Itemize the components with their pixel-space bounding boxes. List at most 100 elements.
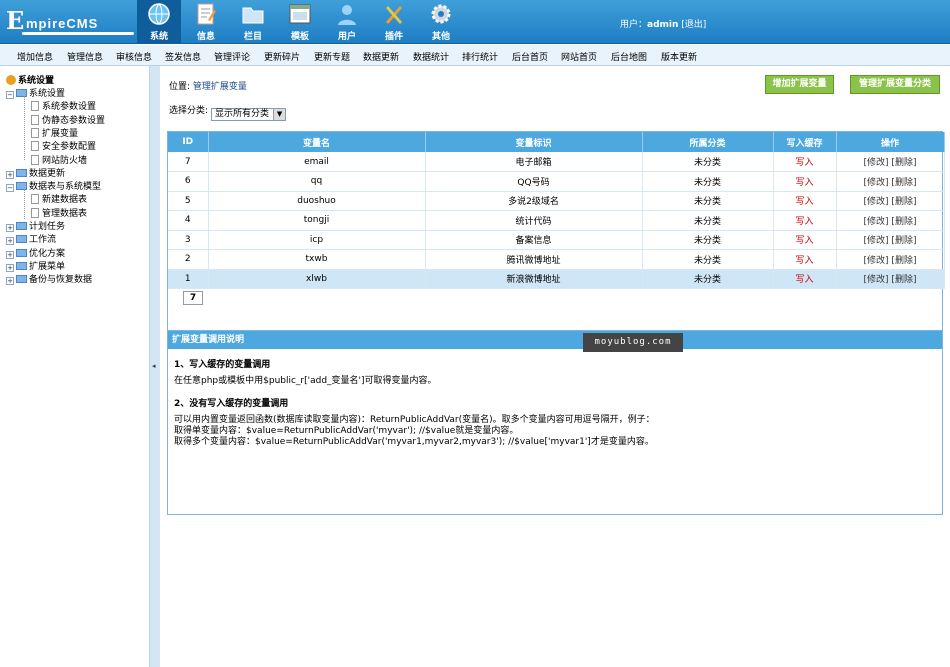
page-indicator[interactable]: 7 <box>183 291 203 305</box>
page-icon <box>31 154 39 165</box>
cell-id: 1 <box>168 269 209 289</box>
nav-folder[interactable]: 栏目 <box>231 0 275 44</box>
tree-folder[interactable]: + 计划任务 <box>6 219 65 232</box>
folder-icon <box>16 222 27 230</box>
quick-menu-item[interactable]: 数据统计 <box>413 50 449 63</box>
logout-link[interactable]: [退出] <box>681 20 706 30</box>
write-cache-link[interactable]: 写入 <box>773 191 837 211</box>
help-title: 扩展变量调用说明 <box>168 331 942 349</box>
cell-category: 未分类 <box>642 171 774 192</box>
edit-delete-links[interactable]: [修改] [删除] <box>836 269 945 289</box>
table-row[interactable]: 3 icp 备案信息 未分类 写入 [修改] [删除] <box>168 230 945 250</box>
expand-toggle-icon[interactable]: − <box>6 91 14 99</box>
quick-menu-item[interactable]: 审核信息 <box>116 50 152 63</box>
nav-tools[interactable]: 插件 <box>372 0 416 44</box>
edit-delete-links[interactable]: [修改] [删除] <box>836 230 945 250</box>
nav-window[interactable]: 模板 <box>278 0 322 44</box>
tree-leaf[interactable]: 管理数据表 <box>31 206 87 219</box>
write-cache-link[interactable]: 写入 <box>773 269 837 289</box>
write-cache-link[interactable]: 写入 <box>773 152 837 172</box>
table-row[interactable]: 4 tongji 统计代码 未分类 写入 [修改] [删除] <box>168 210 945 231</box>
cell-id: 4 <box>168 210 209 231</box>
nav-document[interactable]: 信息 <box>184 0 228 44</box>
document-icon <box>194 2 218 26</box>
quick-menu-item[interactable]: 更新碎片 <box>264 50 300 63</box>
column-header: ID <box>168 132 209 152</box>
cell-category: 未分类 <box>642 249 774 270</box>
expand-toggle-icon[interactable]: + <box>6 263 14 272</box>
table-row[interactable]: 5 duoshuo 多说2级域名 未分类 写入 [修改] [删除] <box>168 191 945 211</box>
logo-text: mpireCMS <box>26 16 99 31</box>
edit-delete-links[interactable]: [修改] [删除] <box>836 249 945 270</box>
cell-var-name: email <box>208 152 426 172</box>
write-cache-link[interactable]: 写入 <box>773 210 837 231</box>
write-cache-link[interactable]: 写入 <box>773 249 837 270</box>
nav-globe[interactable]: 系统 <box>137 0 181 44</box>
expand-toggle-icon[interactable]: + <box>6 224 14 232</box>
tree-leaf[interactable]: 伪静态参数设置 <box>31 113 105 126</box>
tree-folder[interactable]: + 工作流 <box>6 232 56 246</box>
quick-menu-item[interactable]: 网站首页 <box>561 50 597 63</box>
expand-toggle-icon[interactable]: + <box>6 170 14 179</box>
cell-id: 7 <box>168 152 209 172</box>
tree-folder[interactable]: − 数据表与系统模型 <box>6 179 101 193</box>
tree-leaf[interactable]: 新建数据表 <box>31 192 87 205</box>
edit-delete-links[interactable]: [修改] [删除] <box>836 210 945 231</box>
tree-folder[interactable]: + 扩展菜单 <box>6 259 65 272</box>
quick-menu-item[interactable]: 增加信息 <box>17 50 53 63</box>
table-row[interactable]: 7 email 电子邮箱 未分类 写入 [修改] [删除] <box>168 152 945 172</box>
tree-folder[interactable]: − 系统设置 <box>6 86 65 99</box>
edit-delete-links[interactable]: [修改] [删除] <box>836 191 945 211</box>
category-select[interactable]: 显示所有分类 ▼ <box>211 108 287 121</box>
quick-menu-item[interactable]: 签发信息 <box>165 50 201 63</box>
edit-delete-links[interactable]: [修改] [删除] <box>836 152 945 172</box>
tree-leaf[interactable]: 网站防火墙 <box>31 153 87 166</box>
table-row[interactable]: 6 qq QQ号码 未分类 写入 [修改] [删除] <box>168 171 945 192</box>
tree-leaf[interactable]: 扩展变量 <box>31 126 78 139</box>
logo-initial: E <box>6 6 25 35</box>
expand-toggle-icon[interactable]: + <box>6 277 14 286</box>
manage-categories-button[interactable]: 管理扩展变量分类 <box>850 75 940 94</box>
quick-menu-item[interactable]: 管理评论 <box>214 50 250 63</box>
expand-toggle-icon[interactable]: + <box>6 237 14 246</box>
expand-toggle-icon[interactable]: − <box>6 184 14 193</box>
empirecms-logo[interactable]: E mpireCMS <box>6 6 134 36</box>
table-row[interactable]: 1 xlwb 新浪微博地址 未分类 写入 [修改] [删除] <box>168 269 945 289</box>
cell-var-title: 新浪微博地址 <box>425 269 643 289</box>
page-icon <box>31 114 39 125</box>
tree-folder[interactable]: + 备份与恢复数据 <box>6 272 92 286</box>
tree-folder-label: 系统设置 <box>29 89 66 99</box>
nav-gear[interactable]: 其他 <box>419 0 463 44</box>
nav-user[interactable]: 用户 <box>325 0 369 44</box>
cell-id: 2 <box>168 249 209 270</box>
quick-menu-item[interactable]: 管理信息 <box>67 50 103 63</box>
tree-folder[interactable]: + 优化方案 <box>6 246 65 259</box>
quick-menu-item[interactable]: 后台地图 <box>611 50 647 63</box>
tools-icon <box>382 2 406 26</box>
quick-menu-item[interactable]: 排行统计 <box>462 50 498 63</box>
tree-leaf[interactable]: 安全参数配置 <box>31 139 96 152</box>
cell-var-name: txwb <box>208 249 426 270</box>
quick-menu-item[interactable]: 数据更新 <box>363 50 399 63</box>
gear-icon <box>429 2 453 26</box>
edit-delete-links[interactable]: [修改] [删除] <box>836 171 945 192</box>
page-icon <box>31 127 39 138</box>
tree-folder[interactable]: + 数据更新 <box>6 166 65 179</box>
write-cache-link[interactable]: 写入 <box>773 230 837 250</box>
expand-toggle-icon[interactable]: + <box>6 250 14 259</box>
tree-line <box>24 189 25 219</box>
table-row[interactable]: 2 txwb 腾讯微博地址 未分类 写入 [修改] [删除] <box>168 249 945 270</box>
write-cache-link[interactable]: 写入 <box>773 171 837 192</box>
tree-leaf-label: 安全参数配置 <box>42 142 97 153</box>
cell-var-title: 多说2级域名 <box>425 191 643 211</box>
sidebar-toggle[interactable]: ◂ <box>150 66 160 667</box>
quick-menu-item[interactable]: 更新专题 <box>314 50 350 63</box>
quick-menu-item[interactable]: 版本更新 <box>661 50 697 63</box>
quick-menu-item[interactable]: 后台首页 <box>512 50 548 63</box>
column-header: 写入缓存 <box>773 132 837 152</box>
cell-var-title: 腾讯微博地址 <box>425 249 643 270</box>
breadcrumb-link[interactable]: 管理扩展变量 <box>193 82 247 92</box>
add-variable-button[interactable]: 增加扩展变量 <box>765 75 834 94</box>
tree-leaf[interactable]: 系统参数设置 <box>31 99 96 112</box>
filter-label: 选择分类: <box>169 106 209 116</box>
